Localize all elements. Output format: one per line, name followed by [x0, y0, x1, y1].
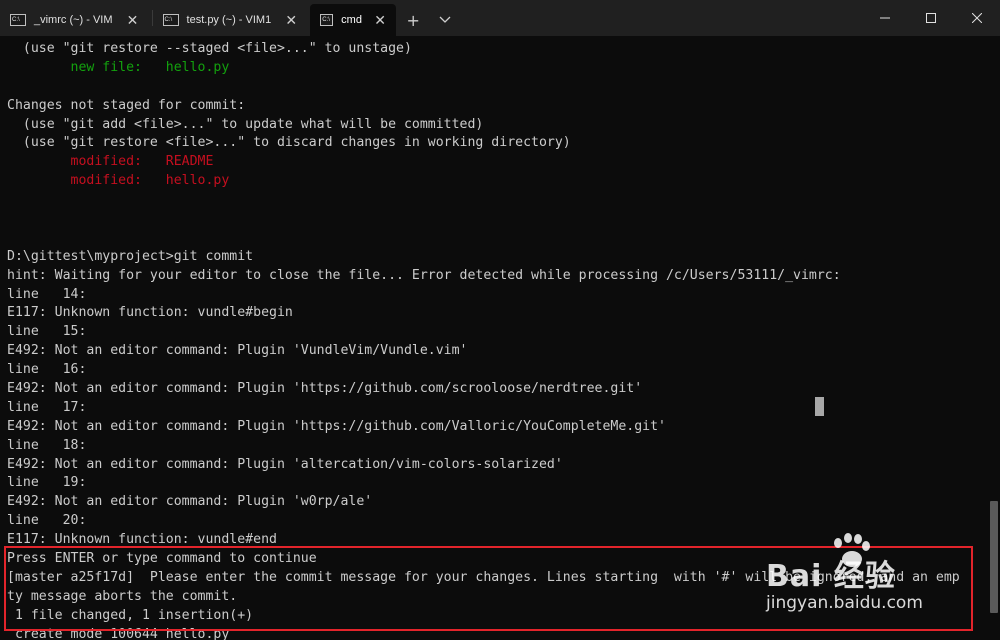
terminal-line: line 18: — [7, 437, 87, 453]
terminal-line: (use "git restore --staged <file>..." to… — [7, 41, 412, 56]
close-icon[interactable]: ✕ — [283, 12, 299, 28]
terminal-line: [master a25f17d] Please enter the commit… — [7, 569, 960, 585]
terminal-line: (use "git restore <file>..." to discard … — [7, 135, 571, 151]
scroll-thumb[interactable] — [990, 501, 998, 613]
tab-cmd[interactable]: C:\ cmd ✕ — [310, 4, 397, 36]
terminal-icon: C:\ — [10, 14, 26, 26]
terminal-line: E492: Not an editor command: Plugin 'htt… — [7, 418, 666, 434]
terminal-icon: C:\ — [320, 14, 334, 26]
terminal-line: E117: Unknown function: vundle#end — [7, 532, 277, 548]
terminal-line: line 19: — [7, 475, 87, 491]
close-icon[interactable]: ✕ — [374, 12, 386, 28]
tab-label: test.py (~) - VIM1 — [186, 14, 272, 26]
tab-vimrc[interactable]: C:\ _vimrc (~) - VIM ✕ — [0, 4, 151, 36]
terminal-line: line 16: — [7, 362, 87, 378]
terminal-line: (use "git add <file>..." to update what … — [7, 116, 484, 132]
terminal-line: Press ENTER or type command to continue — [7, 551, 317, 567]
terminal-line: E492: Not an editor command: Plugin 'w0r… — [7, 494, 373, 510]
terminal-line: E492: Not an editor command: Plugin 'alt… — [7, 456, 563, 472]
terminal-line: line 15: — [7, 324, 87, 340]
tab-label: cmd — [341, 14, 362, 26]
terminal-icon: C:\ — [162, 14, 179, 26]
window-controls — [862, 0, 1000, 36]
terminal-line: modified: hello.py — [7, 173, 230, 189]
terminal-line: hint: Waiting for your editor to close t… — [7, 267, 841, 283]
terminal-line: line 17: — [7, 399, 87, 415]
minimize-icon[interactable] — [862, 0, 908, 36]
text-cursor — [815, 397, 824, 416]
terminal-line: new file: hello.py — [7, 59, 230, 75]
tab-label: _vimrc (~) - VIM — [34, 14, 113, 26]
maximize-icon[interactable] — [908, 0, 954, 36]
terminal-line: E492: Not an editor command: Plugin 'Vun… — [7, 343, 468, 359]
terminal-line: ty message aborts the commit. — [7, 588, 238, 604]
terminal-line: 1 file changed, 1 insertion(+) — [7, 607, 254, 623]
scrollbar[interactable] — [986, 36, 1000, 640]
terminal-line: line 14: — [7, 286, 87, 302]
tab-test-py[interactable]: C:\ test.py (~) - VIM1 ✕ — [152, 4, 310, 36]
terminal-line: E492: Not an editor command: Plugin 'htt… — [7, 381, 643, 397]
terminal-line: line 20: — [7, 513, 87, 529]
terminal-line: E117: Unknown function: vundle#begin — [7, 305, 293, 321]
terminal-line: Changes not staged for commit: — [7, 97, 246, 113]
title-bar: C:\ _vimrc (~) - VIM ✕ C:\ test.py (~) -… — [0, 0, 1000, 36]
chevron-down-icon[interactable] — [429, 4, 461, 36]
close-window-icon[interactable] — [954, 0, 1000, 36]
terminal-output[interactable]: (use "git restore --staged <file>..." to… — [0, 36, 986, 640]
terminal-line: D:\gittest\myproject>git commit — [7, 248, 254, 264]
terminal-line: create mode 100644 hello.py — [7, 626, 230, 640]
close-icon[interactable]: ✕ — [125, 12, 141, 28]
terminal-line: modified: README — [7, 154, 214, 170]
plus-icon[interactable]: + — [397, 4, 429, 36]
